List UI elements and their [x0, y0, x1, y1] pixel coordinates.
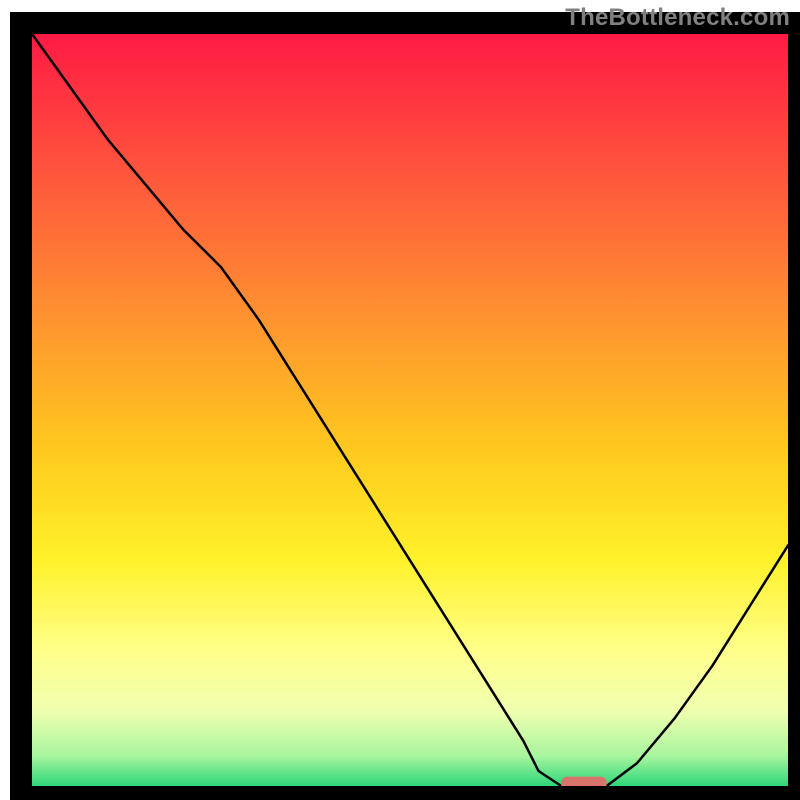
- bottleneck-chart: TheBottleneck.com: [0, 0, 800, 800]
- chart-svg: [0, 0, 800, 800]
- plot-background: [32, 34, 788, 786]
- watermark-text: TheBottleneck.com: [565, 4, 790, 32]
